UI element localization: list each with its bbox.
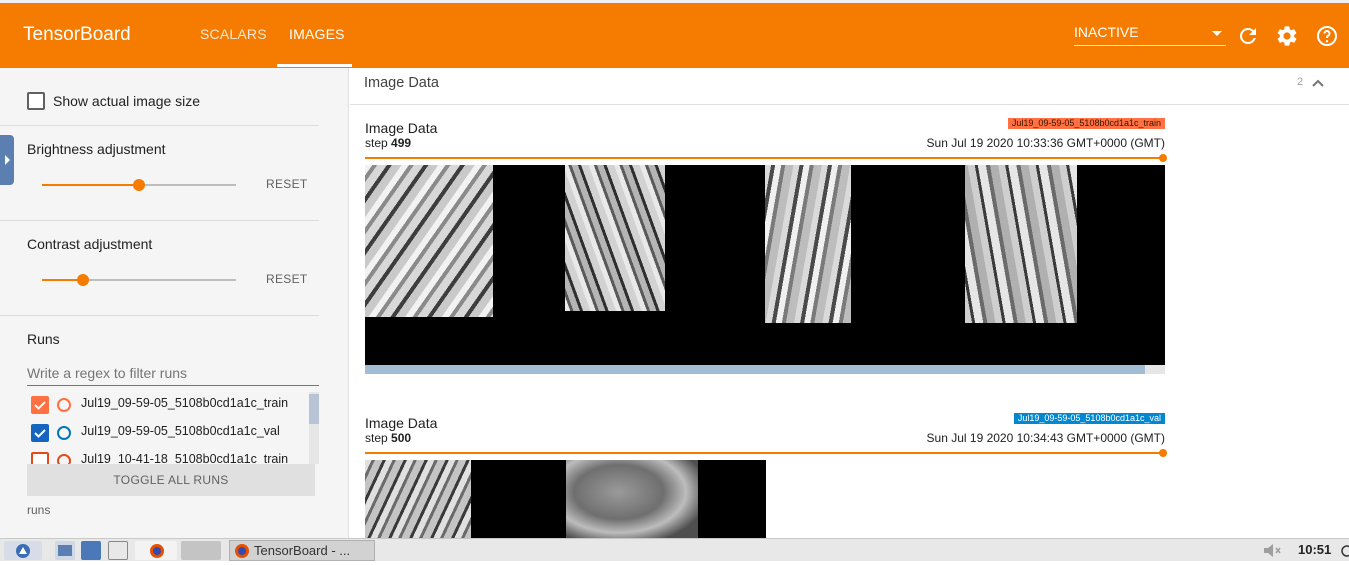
desktop-icon[interactable] bbox=[181, 541, 221, 560]
sidebar-handle[interactable] bbox=[0, 135, 14, 185]
mri-slice-image bbox=[365, 460, 471, 538]
scrollbar-track bbox=[1145, 365, 1165, 374]
run-label: Jul19_09-59-05_5108b0cd1a1c_val bbox=[81, 424, 280, 438]
step-slider[interactable] bbox=[365, 452, 1163, 454]
category-count: 2 bbox=[1297, 76, 1304, 88]
card-title: Image Data bbox=[365, 120, 438, 136]
mri-slice-image bbox=[565, 165, 665, 311]
brightness-reset-button[interactable]: RESET bbox=[266, 177, 308, 191]
terminal-icon[interactable] bbox=[108, 541, 128, 560]
sidebar: Show actual image size Brightness adjust… bbox=[0, 68, 349, 538]
plugin-select-value: INACTIVE bbox=[1074, 24, 1139, 40]
run-row[interactable]: Jul19_09-59-05_5108b0cd1a1c_val bbox=[27, 420, 319, 448]
category-header[interactable]: Image Data 2 bbox=[350, 68, 1349, 105]
run-label: Jul19_10-41-18_5108b0cd1a1c_train bbox=[81, 452, 289, 464]
card-step: step 500 bbox=[365, 431, 411, 445]
gear-icon[interactable] bbox=[1275, 24, 1299, 48]
divider bbox=[0, 125, 319, 126]
run-color-circle bbox=[57, 398, 71, 412]
file-manager-icon[interactable] bbox=[55, 541, 75, 560]
runs-footer: runs bbox=[27, 503, 51, 517]
category-title: Image Data bbox=[364, 75, 439, 91]
plugin-select[interactable]: INACTIVE bbox=[1074, 24, 1226, 46]
brightness-slider-fill bbox=[42, 184, 139, 186]
step-slider-knob[interactable] bbox=[1159, 449, 1167, 457]
run-row[interactable]: Jul19_10-41-18_5108b0cd1a1c_train bbox=[27, 448, 319, 464]
contrast-label: Contrast adjustment bbox=[27, 236, 153, 252]
run-label: Jul19_09-59-05_5108b0cd1a1c_train bbox=[81, 396, 289, 410]
actual-size-label: Show actual image size bbox=[53, 93, 201, 109]
chevron-down-icon bbox=[1212, 31, 1222, 36]
chevron-up-icon[interactable] bbox=[1311, 76, 1325, 90]
refresh-icon[interactable] bbox=[1236, 24, 1260, 48]
start-menu-icon[interactable] bbox=[4, 541, 42, 560]
run-filter-input[interactable] bbox=[27, 360, 319, 386]
run-color-circle bbox=[57, 454, 71, 464]
divider bbox=[0, 220, 319, 221]
brightness-label: Brightness adjustment bbox=[27, 141, 166, 157]
card-step: step 499 bbox=[365, 136, 411, 150]
run-checkbox[interactable] bbox=[31, 452, 49, 464]
step-value: 499 bbox=[391, 136, 412, 150]
run-tag: Jul19_09-59-05_5108b0cd1a1c_val bbox=[1013, 413, 1165, 424]
tab-scalars[interactable]: SCALARS bbox=[200, 26, 267, 42]
card-timestamp: Sun Jul 19 2020 10:34:43 GMT+0000 (GMT) bbox=[926, 431, 1165, 445]
power-icon[interactable] bbox=[1340, 543, 1349, 558]
window-top-strip bbox=[0, 0, 1349, 3]
step-label: step bbox=[365, 431, 388, 445]
top-app-bar: TensorBoard SCALARS IMAGES INACTIVE bbox=[0, 0, 1349, 68]
actual-size-checkbox[interactable] bbox=[27, 92, 45, 110]
mri-slice-image bbox=[965, 165, 1077, 323]
run-checkbox[interactable] bbox=[31, 396, 49, 414]
image-display bbox=[365, 165, 1165, 365]
app-title: TensorBoard bbox=[23, 24, 131, 45]
tab-images[interactable]: IMAGES bbox=[289, 26, 345, 42]
step-value: 500 bbox=[391, 431, 412, 445]
card-title: Image Data bbox=[365, 415, 438, 431]
os-taskbar: TensorBoard - ... 10:51 bbox=[0, 538, 1349, 561]
card-timestamp: Sun Jul 19 2020 10:33:36 GMT+0000 (GMT) bbox=[926, 136, 1165, 150]
step-slider-knob[interactable] bbox=[1159, 154, 1167, 162]
contrast-slider-knob[interactable] bbox=[77, 274, 89, 286]
firefox-launcher-icon[interactable] bbox=[135, 541, 177, 560]
taskbar-clock: 10:51 bbox=[1298, 542, 1332, 557]
runs-scrollbar-thumb[interactable] bbox=[309, 394, 319, 424]
image-horizontal-scrollbar[interactable] bbox=[365, 365, 1145, 374]
firefox-icon bbox=[235, 544, 249, 558]
runs-list: Jul19_09-59-05_5108b0cd1a1c_train Jul19_… bbox=[27, 392, 319, 464]
run-color-circle bbox=[57, 426, 71, 440]
mri-slice-image bbox=[566, 460, 698, 538]
step-label: step bbox=[365, 136, 388, 150]
toggle-all-runs-button[interactable]: TOGGLE ALL RUNS bbox=[27, 464, 315, 496]
help-icon[interactable] bbox=[1315, 24, 1339, 48]
main-panel: Image Data 2 Image Data step 499 Jul19_0… bbox=[350, 68, 1349, 538]
network-icon[interactable] bbox=[81, 541, 101, 560]
step-slider[interactable] bbox=[365, 157, 1163, 159]
image-display bbox=[365, 460, 766, 538]
mri-slice-image bbox=[765, 165, 851, 323]
mri-slice-image bbox=[365, 165, 493, 317]
contrast-reset-button[interactable]: RESET bbox=[266, 272, 308, 286]
runs-title: Runs bbox=[27, 331, 60, 347]
active-tab-indicator bbox=[277, 64, 352, 67]
run-tag: Jul19_09-59-05_5108b0cd1a1c_train bbox=[1007, 118, 1165, 129]
divider bbox=[0, 315, 319, 316]
brightness-slider-knob[interactable] bbox=[133, 179, 145, 191]
run-row[interactable]: Jul19_09-59-05_5108b0cd1a1c_train bbox=[27, 392, 319, 420]
volume-icon[interactable] bbox=[1262, 543, 1284, 558]
taskbar-task-label: TensorBoard - ... bbox=[254, 543, 351, 558]
run-checkbox[interactable] bbox=[31, 424, 49, 442]
taskbar-task-tensorboard[interactable]: TensorBoard - ... bbox=[229, 540, 375, 561]
